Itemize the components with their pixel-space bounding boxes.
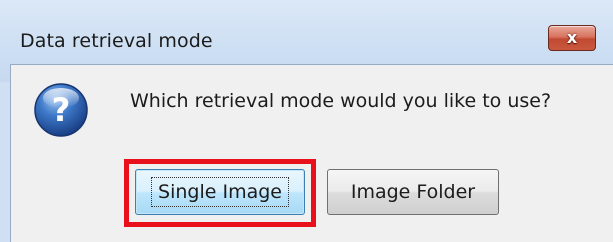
dialog-body: ? Which retrieval mode would you like to… <box>10 64 613 242</box>
single-image-button[interactable]: Single Image <box>135 169 305 215</box>
svg-text:?: ? <box>52 91 71 129</box>
single-image-label: Single Image <box>151 177 289 207</box>
close-icon: x <box>566 28 578 47</box>
dialog-message: Which retrieval mode would you like to u… <box>130 90 552 112</box>
question-icon: ? <box>33 82 89 138</box>
window-title: Data retrieval mode <box>20 30 213 52</box>
close-button[interactable]: x <box>548 25 596 51</box>
image-folder-label: Image Folder <box>350 181 476 203</box>
dialog-window: Data retrieval mode x ? Which retrieval … <box>0 0 613 242</box>
image-folder-button[interactable]: Image Folder <box>327 169 499 215</box>
